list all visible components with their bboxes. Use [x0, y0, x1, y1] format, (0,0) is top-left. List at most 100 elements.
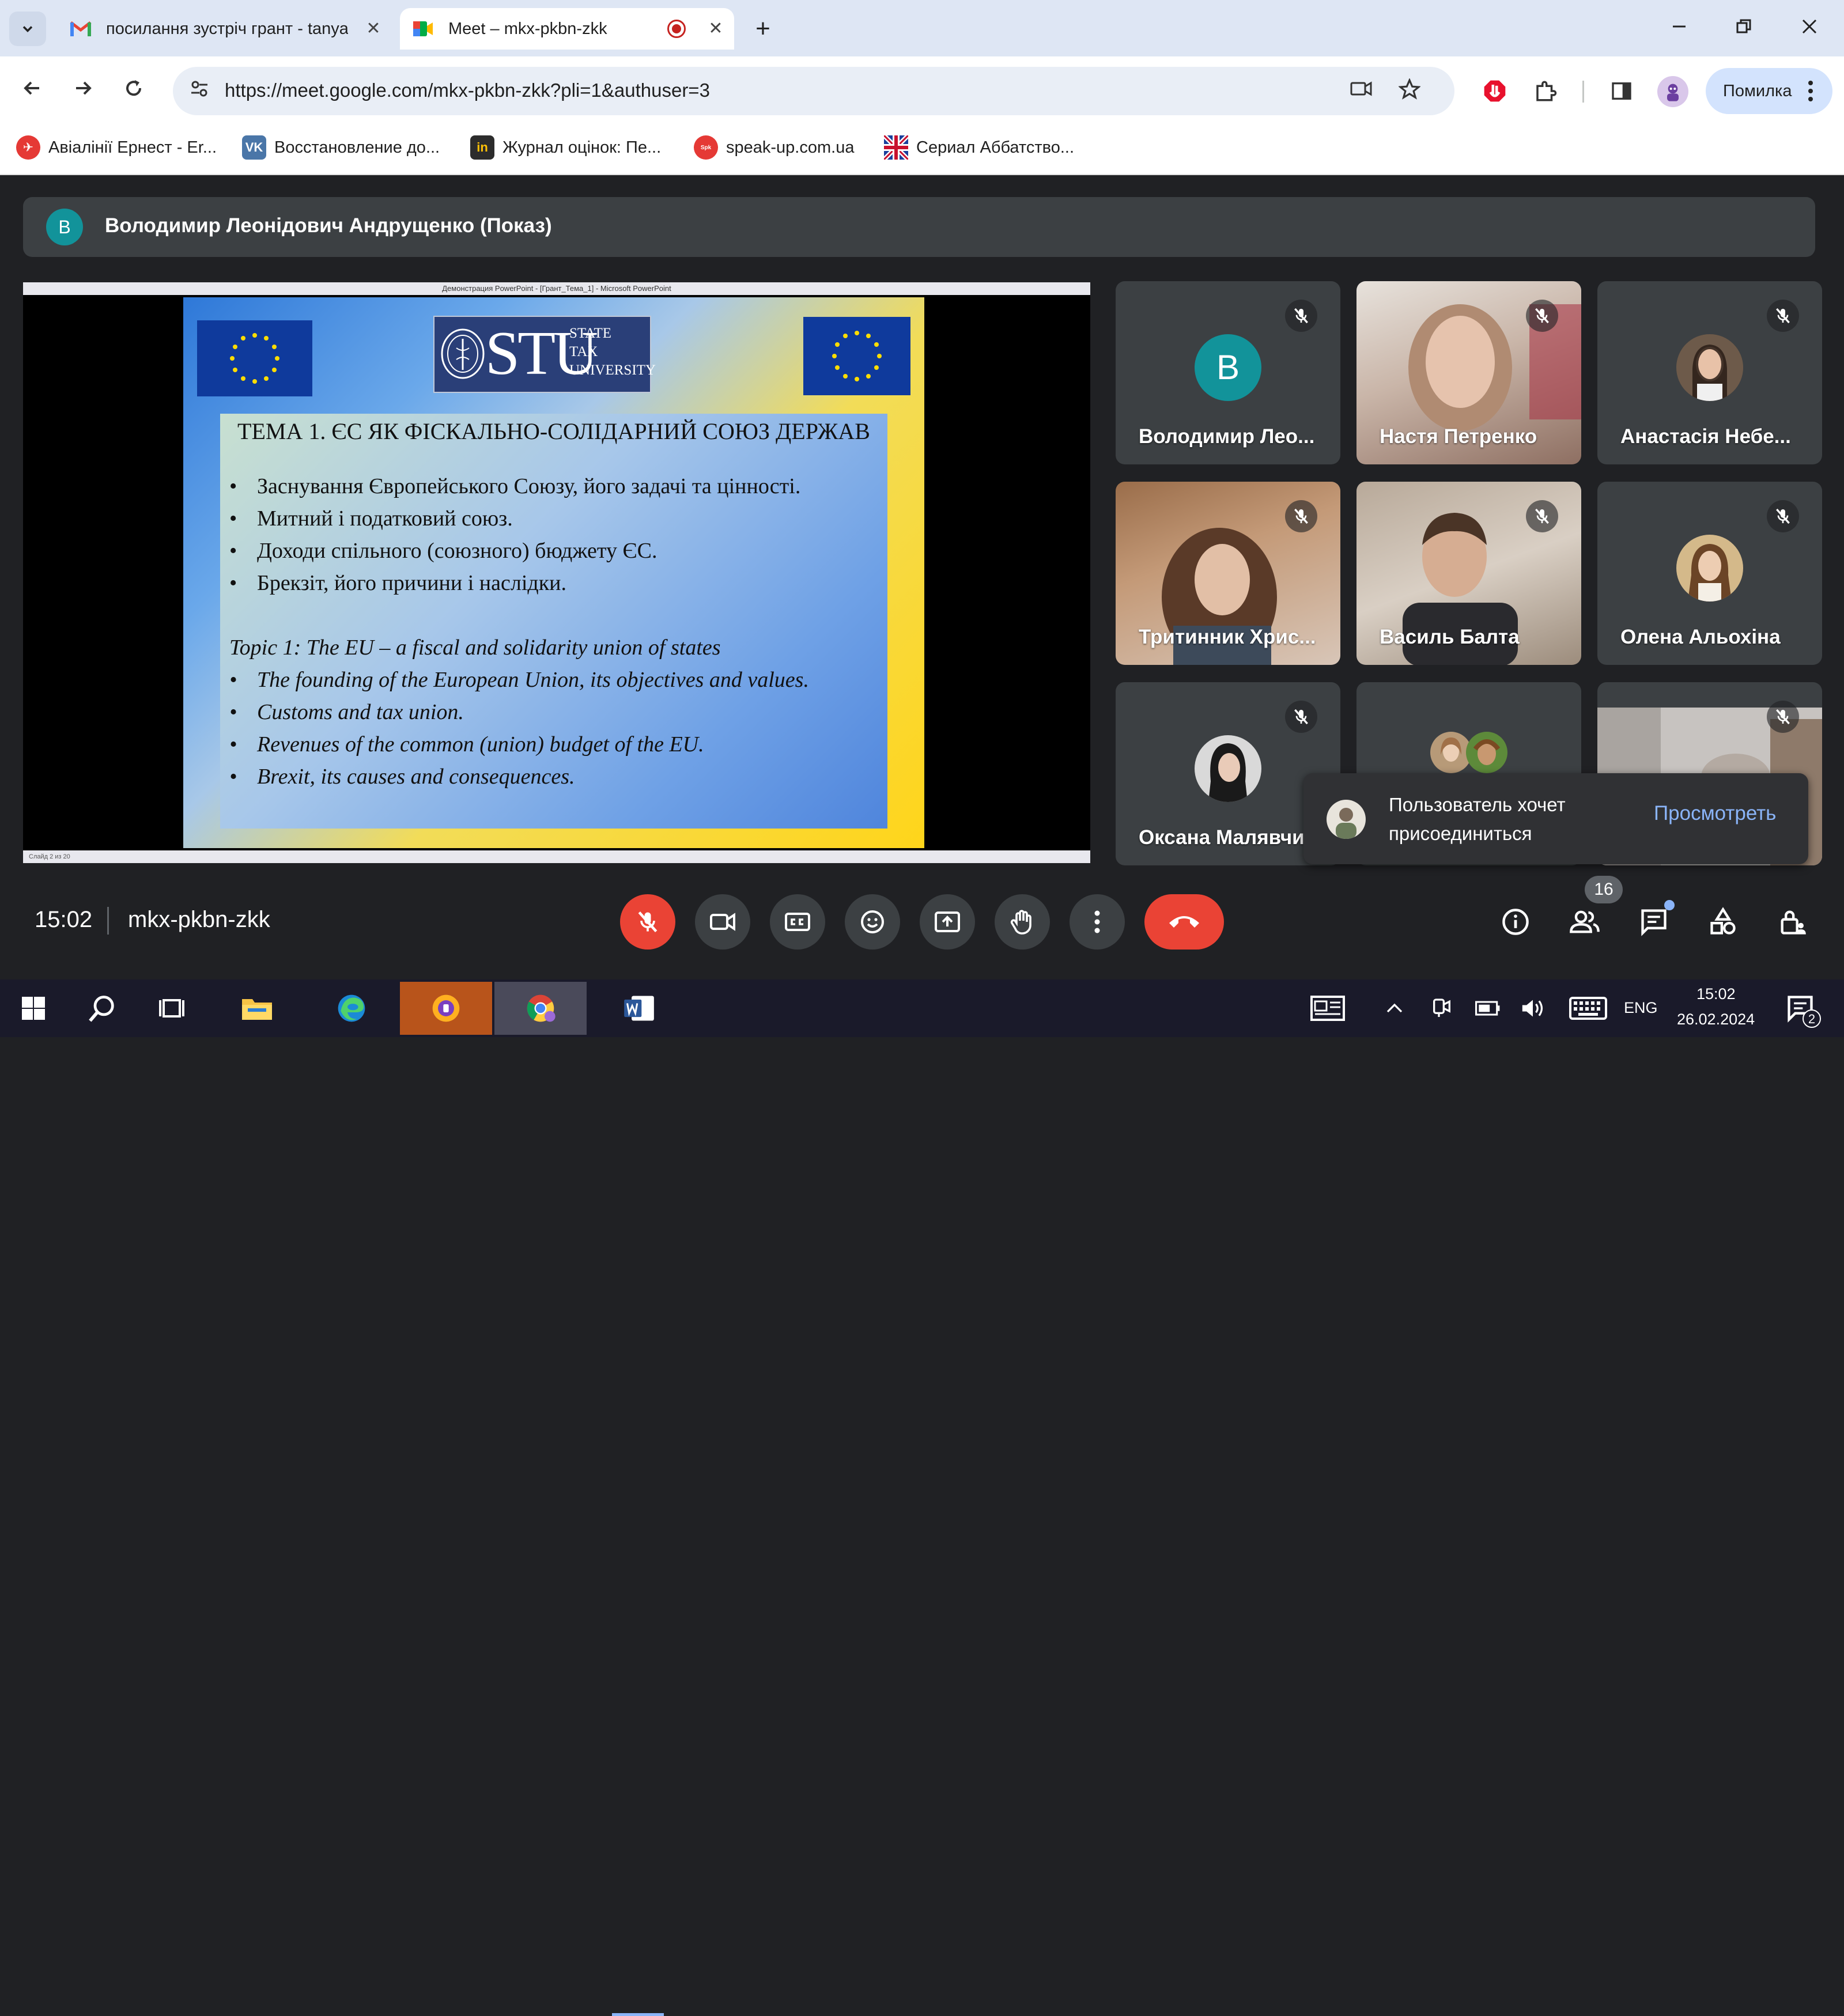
divider	[1582, 81, 1584, 103]
close-window-icon[interactable]	[1792, 13, 1827, 45]
present-screen-button[interactable]	[920, 894, 975, 950]
windows-start-icon[interactable]	[9, 984, 58, 1032]
mic-off-icon	[1285, 500, 1317, 532]
view-request-button[interactable]: Просмотреть	[1654, 802, 1776, 825]
presenter-avatar: В	[46, 209, 83, 245]
bookmark-label: Восстановление до...	[274, 138, 440, 157]
participant-tile[interactable]: Василь Балта	[1356, 482, 1581, 665]
camera-icon[interactable]	[1348, 78, 1374, 104]
tab-meet[interactable]: Meet – mkx-pkbn-zkk ✕	[400, 8, 734, 50]
lock-person-icon	[1781, 910, 1806, 935]
bookmarks-bar: ✈ Авіалінії Ернест - Er... VK Восстановл…	[0, 126, 1844, 175]
file-explorer-icon[interactable]	[233, 984, 281, 1032]
join-request-notification: Пользователь хочет присоединиться Просмо…	[1303, 773, 1808, 864]
keyboard-icon[interactable]	[1560, 984, 1616, 1032]
uk-flag-icon	[884, 135, 908, 160]
forward-icon[interactable]	[65, 73, 101, 109]
news-widget-icon[interactable]	[1303, 984, 1352, 1032]
mic-off-icon	[1767, 300, 1799, 332]
url-text[interactable]: https://meet.google.com/mkx-pkbn-zkk?pli…	[225, 80, 710, 101]
eu-flag-icon	[803, 317, 910, 395]
slide-bullet: • The founding of the European Union, its…	[229, 668, 809, 692]
participant-tile[interactable]: Олена Альохіна	[1597, 482, 1822, 665]
volume-icon[interactable]	[1509, 984, 1557, 1032]
reactions-button[interactable]	[845, 894, 900, 950]
meet-icon	[411, 17, 434, 40]
bookmark-item[interactable]: Spk speak-up.com.ua	[694, 131, 854, 164]
word-icon[interactable]	[596, 982, 682, 1035]
participant-tile[interactable]: Анастасія Небе...	[1597, 281, 1822, 464]
chat-button[interactable]	[1632, 900, 1676, 944]
participant-avatar	[1195, 735, 1261, 802]
notification-center-icon[interactable]: 2	[1776, 984, 1824, 1032]
new-tab-button[interactable]: +	[746, 13, 780, 45]
close-tab-icon[interactable]: ✕	[363, 18, 384, 39]
more-options-button[interactable]	[1070, 894, 1125, 950]
chevron-up-icon[interactable]	[1370, 984, 1419, 1032]
videocam-icon	[710, 913, 735, 931]
raise-hand-button[interactable]	[995, 894, 1050, 950]
journal-icon: in	[470, 135, 494, 160]
shared-screen[interactable]: Демонстрация PowerPoint - [Грант_Тема_1]…	[23, 282, 1090, 863]
close-tab-icon[interactable]: ✕	[705, 18, 726, 39]
host-controls-button[interactable]	[1770, 900, 1814, 944]
mic-toggle-button[interactable]	[620, 894, 675, 950]
adblock-icon[interactable]	[1479, 75, 1511, 107]
bookmark-item[interactable]: in Журнал оцінок: Пе...	[470, 131, 661, 164]
vpn-browser-icon[interactable]	[400, 982, 492, 1035]
recording-icon	[667, 20, 686, 38]
tab-search-button[interactable]	[9, 12, 46, 46]
mic-off-icon	[638, 911, 658, 933]
call-end-icon	[1169, 916, 1199, 928]
participant-tile[interactable]: Настя Петренко	[1356, 281, 1581, 464]
presenter-bar: В Володимир Леонідович Андрущенко (Показ…	[23, 197, 1815, 257]
battery-icon[interactable]	[1464, 984, 1512, 1032]
address-bar[interactable]: https://meet.google.com/mkx-pkbn-zkk?pli…	[173, 67, 1454, 115]
unread-dot	[1664, 900, 1675, 910]
meet-now-icon[interactable]	[1418, 984, 1466, 1032]
notification-text: Пользователь хочет присоединиться	[1389, 794, 1566, 844]
site-settings-icon[interactable]	[187, 78, 212, 104]
participant-tile[interactable]: В Володимир Лео...	[1116, 281, 1340, 464]
edge-icon[interactable]	[327, 984, 376, 1032]
camera-toggle-button[interactable]	[695, 894, 750, 950]
participant-name: Настя Петренко	[1380, 425, 1537, 448]
participant-avatar: В	[1195, 334, 1261, 401]
hand-icon	[1010, 910, 1031, 935]
chevron-down-icon	[22, 26, 33, 32]
shapes-icon	[1710, 907, 1736, 935]
search-icon[interactable]	[78, 984, 127, 1032]
reload-icon[interactable]	[115, 73, 152, 109]
chrome-icon[interactable]	[494, 982, 587, 1035]
minimize-icon[interactable]	[1662, 13, 1696, 45]
profile-error-button[interactable]: Помилка	[1706, 68, 1832, 114]
presenter-name: Володимир Леонідович Андрущенко (Показ)	[105, 214, 552, 237]
more-vert-icon	[1808, 81, 1813, 101]
meeting-details-button[interactable]	[1494, 900, 1537, 944]
mic-off-icon	[1767, 701, 1799, 733]
extensions-icon[interactable]	[1529, 75, 1562, 107]
leave-call-button[interactable]	[1144, 894, 1224, 950]
bookmark-item[interactable]: Сериал Аббатство...	[884, 131, 1074, 164]
restore-icon[interactable]	[1726, 13, 1761, 45]
profile-avatar[interactable]	[1657, 76, 1688, 107]
bookmark-item[interactable]: ✈ Авіалінії Ернест - Er...	[16, 131, 217, 164]
back-icon[interactable]	[14, 73, 51, 109]
side-panel-icon[interactable]	[1605, 75, 1638, 107]
present-to-all-icon	[935, 911, 960, 932]
task-view-icon[interactable]	[148, 984, 196, 1032]
logo-line: STATE	[569, 326, 611, 341]
captions-button[interactable]	[770, 894, 825, 950]
language-indicator[interactable]: ENG	[1624, 999, 1658, 1017]
presentation-slide: STU STATE TAX UNIVERSITY ТЕМА 1. ЄС ЯК Ф…	[183, 297, 924, 848]
activities-button[interactable]	[1701, 900, 1745, 944]
participant-tile[interactable]: Тритинник Хрис...	[1116, 482, 1340, 665]
people-button[interactable]	[1563, 900, 1607, 944]
taskbar-time[interactable]: 15:02	[1696, 985, 1736, 1003]
participant-name: Василь Балта	[1380, 626, 1520, 648]
tab-gmail[interactable]: посилання зустріч грант - tanya ✕	[58, 8, 392, 50]
taskbar-date[interactable]: 26.02.2024	[1677, 1011, 1755, 1028]
bookmark-item[interactable]: VK Восстановление до...	[242, 131, 440, 164]
slide-bullet: • Брекзіт, його причини і наслідки.	[229, 571, 567, 595]
bookmark-star-icon[interactable]	[1397, 78, 1422, 104]
